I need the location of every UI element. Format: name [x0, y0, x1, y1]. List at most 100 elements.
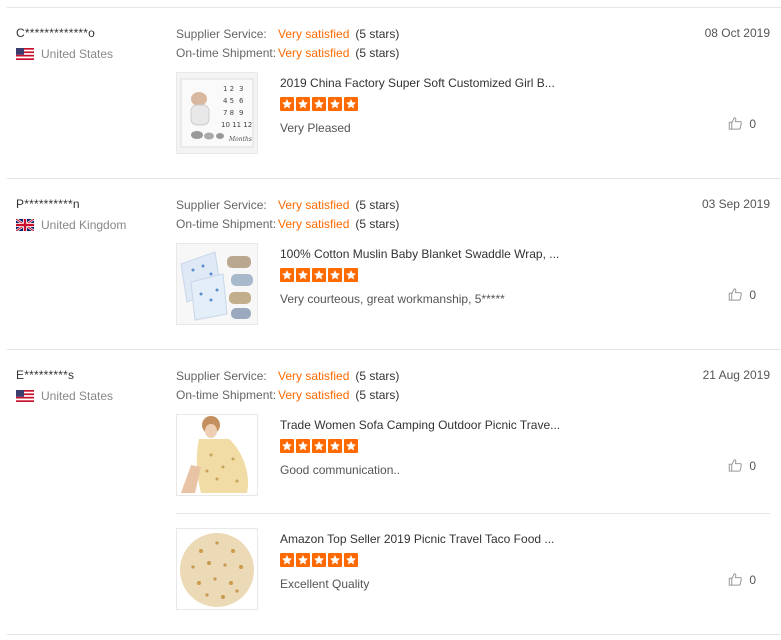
like-count: 0: [749, 287, 756, 302]
star-icon: [344, 268, 358, 282]
rating-summary: Supplier Service: Very satisfied (5 stars)…: [176, 196, 399, 234]
review-date: 03 Sep 2019: [701, 197, 770, 211]
star-icon: [344, 439, 358, 453]
svg-text:6: 6: [239, 97, 244, 105]
star-icon: [296, 268, 310, 282]
like-button[interactable]: 0: [728, 116, 756, 131]
review-date: 08 Oct 2019: [704, 26, 770, 40]
review-card: E*********s United States Supplier Servi…: [7, 350, 781, 635]
product-divider: [176, 513, 770, 514]
star-icon: [312, 268, 326, 282]
star-icon: [280, 553, 294, 567]
buyer-name: E*********s: [16, 368, 75, 382]
star-icon: [296, 553, 310, 567]
star-icon: [328, 553, 342, 567]
star-icon: [296, 97, 310, 111]
star-icon: [312, 97, 326, 111]
buyer-name: P**********n: [16, 197, 80, 211]
review-divider: [7, 634, 781, 635]
ontime-shipment-value: Very satisfied: [278, 217, 350, 231]
us-flag-icon: [16, 390, 34, 402]
buyer-name: C*************o: [16, 26, 96, 40]
svg-text:Months: Months: [228, 136, 252, 143]
buyer-country: United States: [16, 389, 113, 403]
us-flag-icon: [16, 48, 34, 60]
product-thumbnail[interactable]: [176, 414, 258, 496]
thumbs-up-icon: [729, 573, 743, 586]
country-label: United Kingdom: [41, 218, 127, 232]
like-count: 0: [749, 458, 756, 473]
star-rating: [280, 439, 358, 453]
supplier-service-label: Supplier Service:: [176, 369, 267, 383]
uk-flag-icon: [16, 219, 34, 231]
product-review: 100% Cotton Muslin Baby Blanket Swaddle …: [176, 243, 770, 325]
star-rating: [280, 268, 358, 282]
product-name[interactable]: 100% Cotton Muslin Baby Blanket Swaddle …: [280, 247, 559, 261]
thumbs-up-icon: [729, 117, 743, 130]
star-icon: [312, 553, 326, 567]
svg-text:7 8: 7 8: [223, 109, 234, 117]
supplier-service-stars: (5 stars): [355, 369, 400, 383]
star-icon: [344, 553, 358, 567]
thumbs-up-icon: [729, 288, 743, 301]
star-icon: [328, 268, 342, 282]
svg-text:10 11 12: 10 11 12: [221, 121, 252, 129]
star-icon: [344, 97, 358, 111]
supplier-service-label: Supplier Service:: [176, 27, 267, 41]
like-button[interactable]: 0: [728, 572, 756, 587]
star-icon: [280, 439, 294, 453]
star-icon: [296, 439, 310, 453]
like-button[interactable]: 0: [728, 287, 756, 302]
supplier-service-stars: (5 stars): [355, 27, 400, 41]
product-name[interactable]: Trade Women Sofa Camping Outdoor Picnic …: [280, 418, 560, 432]
review-card: C*************o United States Supplier S…: [7, 8, 781, 179]
supplier-service-value: Very satisfied: [278, 369, 350, 383]
country-label: United States: [41, 389, 114, 403]
supplier-service-label: Supplier Service:: [176, 198, 267, 212]
star-rating: [280, 97, 358, 111]
like-button[interactable]: 0: [728, 458, 756, 473]
product-review: 1 2 3 4 5 6 7 8 9 10 11 12 Months 2019 Chin…: [176, 72, 770, 154]
buyer-country: United States: [16, 47, 113, 61]
product-thumbnail[interactable]: 1 2 3 4 5 6 7 8 9 10 11 12 Months: [176, 72, 258, 154]
review-comment: Good communication..: [280, 463, 401, 477]
supplier-service-stars: (5 stars): [355, 198, 400, 212]
ontime-shipment-stars: (5 stars): [355, 46, 400, 60]
product-review: Amazon Top Seller 2019 Picnic Travel Tac…: [176, 513, 770, 610]
rating-summary: Supplier Service: Very satisfied (5 stars)…: [176, 367, 399, 405]
star-icon: [328, 97, 342, 111]
review-card: P**********n United Kingdom Supplier Ser…: [7, 179, 781, 350]
svg-text:4 5: 4 5: [223, 97, 234, 105]
buyer-country: United Kingdom: [16, 218, 126, 232]
ontime-shipment-value: Very satisfied: [278, 46, 350, 60]
product-thumbnail[interactable]: [176, 528, 258, 610]
svg-text:3: 3: [239, 85, 243, 93]
supplier-service-value: Very satisfied: [278, 27, 350, 41]
like-count: 0: [749, 116, 756, 131]
product-name[interactable]: 2019 China Factory Super Soft Customized…: [280, 76, 555, 90]
review-comment: Very Pleased: [280, 121, 351, 135]
rating-summary: Supplier Service: Very satisfied (5 stars)…: [176, 25, 399, 63]
star-icon: [280, 268, 294, 282]
svg-text:1 2: 1 2: [223, 85, 234, 93]
like-count: 0: [749, 572, 756, 587]
ontime-shipment-stars: (5 stars): [355, 217, 400, 231]
supplier-service-value: Very satisfied: [278, 198, 350, 212]
product-name[interactable]: Amazon Top Seller 2019 Picnic Travel Tac…: [280, 532, 554, 546]
review-comment: Excellent Quality: [280, 577, 370, 591]
star-icon: [312, 439, 326, 453]
star-icon: [280, 97, 294, 111]
ontime-shipment-stars: (5 stars): [355, 388, 400, 402]
review-date: 21 Aug 2019: [702, 368, 770, 382]
star-rating: [280, 553, 358, 567]
product-review: Trade Women Sofa Camping Outdoor Picnic …: [176, 414, 770, 496]
svg-text:9: 9: [239, 109, 243, 117]
ontime-shipment-label: On-time Shipment:: [176, 388, 277, 402]
product-thumbnail[interactable]: [176, 243, 258, 325]
country-label: United States: [41, 47, 114, 61]
ontime-shipment-label: On-time Shipment:: [176, 217, 277, 231]
thumbs-up-icon: [729, 459, 743, 472]
ontime-shipment-value: Very satisfied: [278, 388, 350, 402]
ontime-shipment-label: On-time Shipment:: [176, 46, 277, 60]
review-comment: Very courteous, great workmanship, 5****…: [280, 292, 505, 306]
